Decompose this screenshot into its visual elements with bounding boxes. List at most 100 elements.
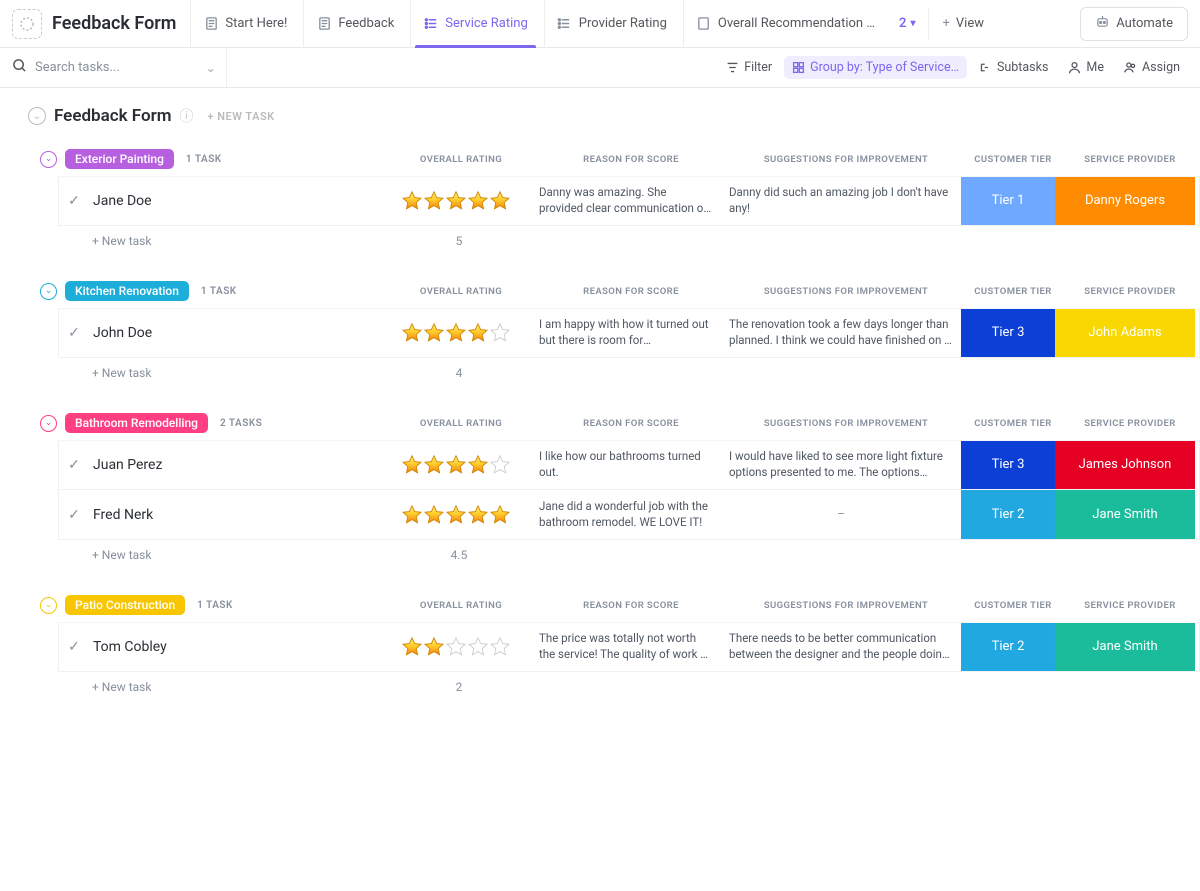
cell-tier[interactable]: Tier 3 [961,441,1055,489]
group-footer: + New task 5 [58,226,1200,256]
col-tier: CUSTOMER TIER [966,600,1060,611]
check-icon[interactable]: ✓ [59,639,89,655]
task-name: Juan Perez [89,457,381,473]
add-view-button[interactable]: + View [928,8,999,40]
group-header[interactable]: ⌄ Exterior Painting 1 TASK [18,144,222,174]
new-task-button[interactable]: + New task [58,366,384,380]
group-footer: + New task 4 [58,358,1200,388]
assign-label: Assign [1142,60,1180,75]
group-pill[interactable]: Exterior Painting [65,149,174,169]
group-header[interactable]: ⌄ Kitchen Renovation 1 TASK [18,276,237,306]
chevron-down-icon[interactable]: ⌄ [206,60,216,76]
group-pill[interactable]: Kitchen Renovation [65,281,189,301]
cell-suggestions: – [721,507,961,523]
topbar: Feedback Form Start Here! Feedback Servi… [0,0,1200,48]
task-count: 1 TASK [197,600,233,611]
assign-button[interactable]: Assign [1116,56,1188,79]
group-header[interactable]: ⌄ Bathroom Remodelling 2 TASKS [18,408,262,438]
task-name: Jane Doe [89,193,381,209]
check-icon[interactable]: ✓ [59,507,89,523]
check-icon[interactable]: ✓ [59,193,89,209]
new-task-button[interactable]: + New task [58,234,384,248]
group-footer: + New task 4.5 [58,540,1200,570]
doc-icon [203,16,219,32]
col-rating: OVERALL RATING [386,286,536,297]
cell-tier[interactable]: Tier 3 [961,309,1055,357]
info-icon[interactable]: ⓘ [179,106,193,126]
col-reason: REASON FOR SCORE [536,418,726,429]
task-name: Tom Cobley [89,639,381,655]
tab-overall-recommendation[interactable]: Overall Recommendation … [683,0,887,48]
caret-icon[interactable]: ⌄ [28,107,46,125]
cell-reason: I like how our bathrooms turned out. [531,449,721,480]
tab-start-here[interactable]: Start Here! [190,0,299,48]
cell-tier[interactable]: Tier 1 [961,177,1055,225]
collapse-icon[interactable]: ⌄ [40,151,57,168]
collapse-icon[interactable]: ⌄ [40,415,57,432]
task-count: 1 TASK [186,154,222,165]
cell-rating [381,636,531,658]
cell-provider[interactable]: Jane Smith [1055,623,1195,671]
group: ⌄ Exterior Painting 1 TASK OVERALL RATIN… [18,146,1200,256]
check-icon[interactable]: ✓ [59,325,89,341]
people-icon [1124,61,1137,74]
tab-label: Feedback [338,16,394,31]
search-input[interactable] [35,60,185,75]
me-button[interactable]: Me [1060,56,1112,79]
col-suggestions: SUGGESTIONS FOR IMPROVEMENT [726,154,966,165]
automate-button[interactable]: Automate [1080,7,1188,41]
new-task-button[interactable]: + NEW TASK [207,110,274,123]
robot-icon [1095,14,1110,33]
subtasks-button[interactable]: Subtasks [971,56,1056,79]
group-average: 4 [384,366,534,380]
cell-provider[interactable]: John Adams [1055,309,1195,357]
cell-suggestions: I would have liked to see more light fix… [721,449,961,480]
collapse-icon[interactable]: ⌄ [40,597,57,614]
filter-icon [726,61,739,74]
list-icon [423,16,439,32]
cell-provider[interactable]: Danny Rogers [1055,177,1195,225]
cell-provider[interactable]: Jane Smith [1055,490,1195,539]
col-reason: REASON FOR SCORE [536,600,726,611]
group: ⌄ Bathroom Remodelling 2 TASKS OVERALL R… [18,410,1200,570]
group-header[interactable]: ⌄ Patio Construction 1 TASK [18,590,233,620]
col-rating: OVERALL RATING [386,418,536,429]
check-icon[interactable]: ✓ [59,457,89,473]
groupby-button[interactable]: Group by: Type of Service… [784,56,967,79]
group: ⌄ Kitchen Renovation 1 TASK OVERALL RATI… [18,278,1200,388]
search-icon [12,58,27,77]
group-pill[interactable]: Bathroom Remodelling [65,413,208,433]
col-provider: SERVICE PROVIDER [1060,286,1200,297]
new-task-button[interactable]: + New task [58,680,384,694]
groupby-label: Group by: Type of Service… [810,60,959,75]
col-rating: OVERALL RATING [386,154,536,165]
cell-tier[interactable]: Tier 2 [961,623,1055,671]
col-suggestions: SUGGESTIONS FOR IMPROVEMENT [726,286,966,297]
task-row[interactable]: ✓ Juan Perez I like how our bathrooms tu… [58,440,1200,490]
col-suggestions: SUGGESTIONS FOR IMPROVEMENT [726,600,966,611]
task-row[interactable]: ✓ Tom Cobley The price was totally not w… [58,622,1200,672]
tab-service-rating[interactable]: Service Rating [410,0,540,48]
collapse-icon[interactable]: ⌄ [40,283,57,300]
task-row[interactable]: ✓ Fred Nerk Jane did a wonderful job wit… [58,490,1200,540]
filter-button[interactable]: Filter [718,56,780,79]
list-icon [557,16,573,32]
group-average: 5 [384,234,534,248]
task-count: 2 TASKS [220,418,262,429]
task-count: 1 TASK [201,286,237,297]
tab-feedback[interactable]: Feedback [303,0,406,48]
col-tier: CUSTOMER TIER [966,418,1060,429]
search[interactable]: ⌄ [12,48,227,88]
group-pill[interactable]: Patio Construction [65,595,185,615]
cell-provider[interactable]: James Johnson [1055,441,1195,489]
col-provider: SERVICE PROVIDER [1060,154,1200,165]
new-task-button[interactable]: + New task [58,548,384,562]
tab-provider-rating[interactable]: Provider Rating [544,0,679,48]
me-label: Me [1086,60,1104,75]
tabs-overflow[interactable]: 2 ▾ [891,16,923,31]
task-row[interactable]: ✓ Jane Doe Danny was amazing. She provid… [58,176,1200,226]
group: ⌄ Patio Construction 1 TASK OVERALL RATI… [18,592,1200,702]
task-row[interactable]: ✓ John Doe I am happy with how it turned… [58,308,1200,358]
task-name: Fred Nerk [89,507,381,523]
cell-tier[interactable]: Tier 2 [961,490,1055,539]
